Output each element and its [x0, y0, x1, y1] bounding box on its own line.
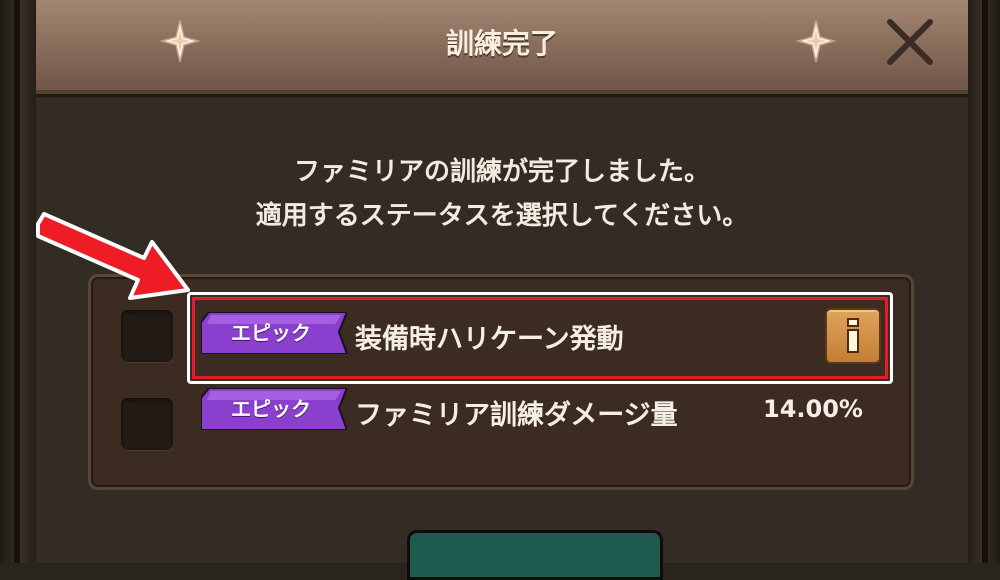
option-label: ファミリア訓練ダメージ量 — [355, 400, 678, 431]
confirm-button[interactable] — [407, 530, 663, 580]
option-1-checkbox[interactable] — [121, 310, 173, 362]
status-option[interactable]: エピック ファミリア訓練ダメージ量 14.00% — [187, 386, 893, 464]
dialog-titlebar: 訓練完了 — [36, 0, 968, 94]
status-option[interactable]: エピック 装備時ハリケーン発動 — [187, 292, 893, 384]
sparkle-icon — [795, 18, 837, 64]
info-icon — [841, 318, 865, 354]
message-line-1: ファミリアの訓練が完了しました。 — [293, 157, 710, 187]
right-frame — [968, 0, 1000, 563]
option-label: 装備時ハリケーン発動 — [355, 324, 624, 355]
info-button[interactable] — [825, 308, 881, 364]
option-value: 14.00% — [763, 395, 863, 423]
status-options-panel: エピック 装備時ハリケーン発動 エピック ファミリア訓練ダメージ量 14.00% — [88, 274, 914, 490]
red-arrow-icon — [26, 206, 196, 306]
rarity-label: エピック — [231, 397, 311, 421]
option-2-checkbox[interactable] — [121, 398, 173, 450]
rarity-badge: エピック — [201, 388, 347, 430]
close-icon[interactable] — [884, 16, 936, 68]
rarity-label: エピック — [231, 321, 311, 345]
rarity-badge: エピック — [201, 312, 347, 354]
